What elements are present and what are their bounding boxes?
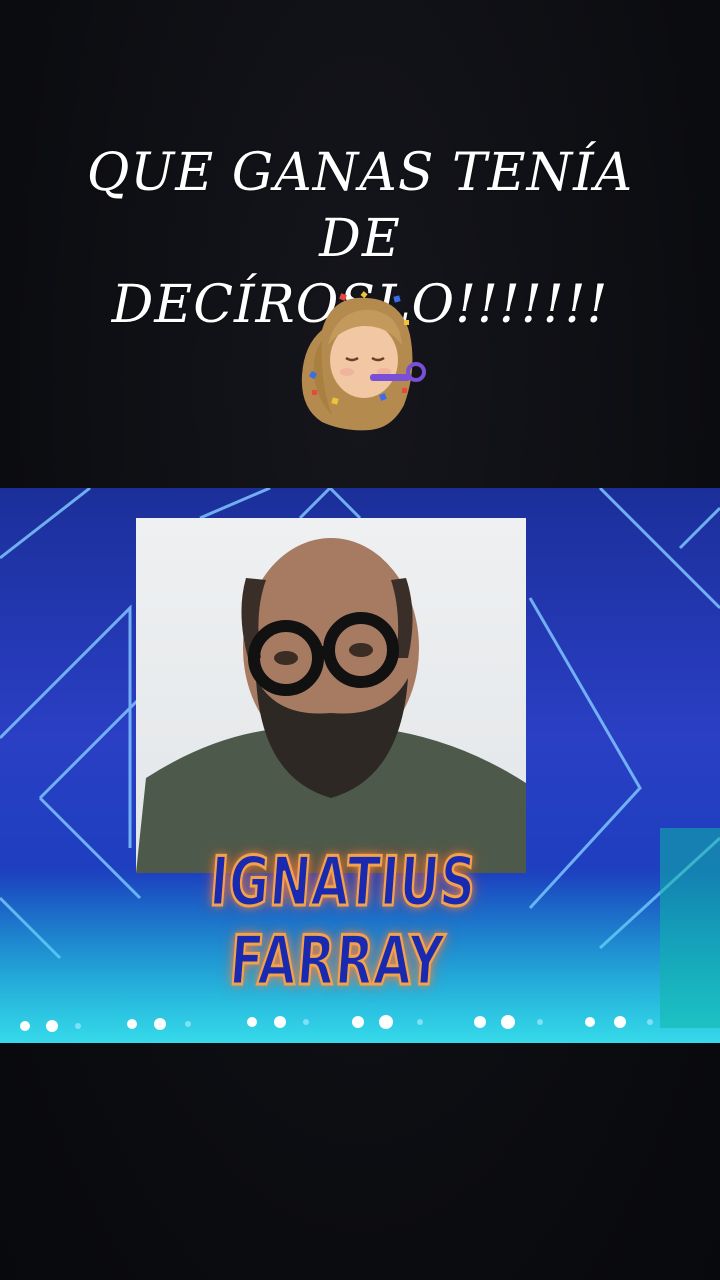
host-portrait [136, 518, 526, 873]
caption-line-1: QUE GANAS TENÍA DE [86, 143, 634, 269]
video-frame: IGNATIUS FARRAY [0, 488, 720, 1043]
stage-lights [20, 1015, 653, 1032]
party-memoji-sticker [301, 291, 426, 431]
name-label: IGNATIUS FARRAY [206, 842, 480, 1003]
